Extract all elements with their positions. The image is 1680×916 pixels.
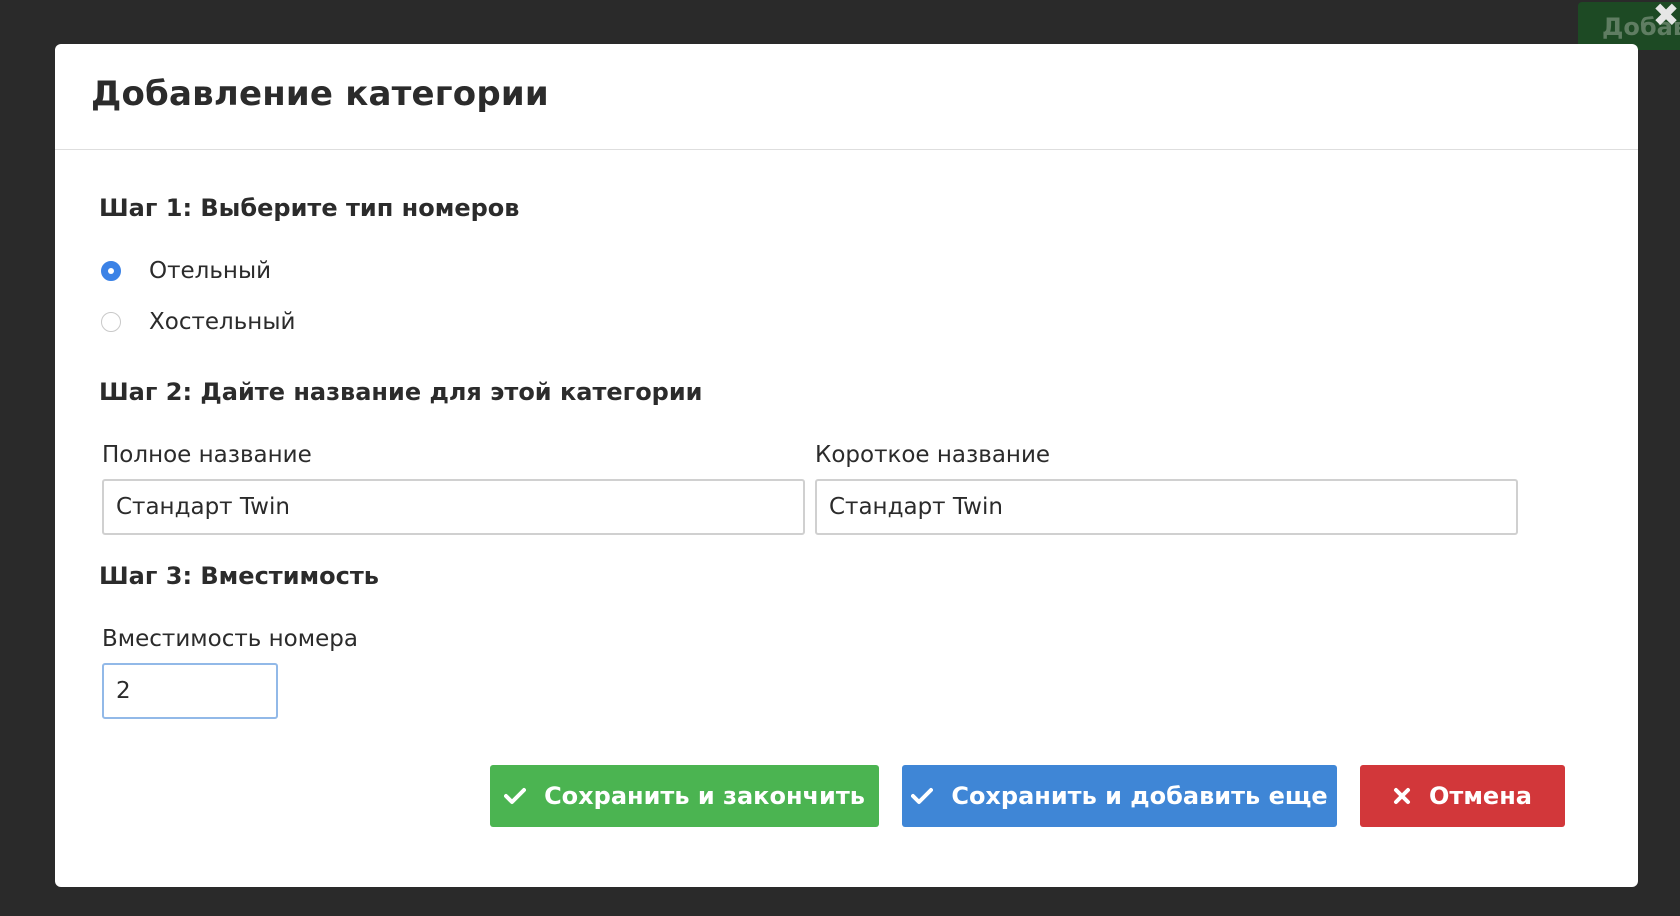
modal-header: Добавление категории bbox=[55, 44, 1638, 150]
radio-option-hostel[interactable]: Хостельный bbox=[101, 309, 295, 335]
add-category-modal: Добавление категории Шаг 1: Выберите тип… bbox=[55, 44, 1638, 887]
step1-title: Шаг 1: Выберите тип номеров bbox=[99, 194, 520, 222]
save-and-finish-label: Сохранить и закончить bbox=[544, 782, 865, 810]
checkmark-icon bbox=[911, 787, 934, 805]
full-name-label: Полное название bbox=[102, 442, 312, 468]
cross-icon bbox=[1393, 787, 1411, 805]
radio-option-label: Отельный bbox=[149, 258, 272, 284]
checkmark-icon bbox=[504, 787, 527, 805]
radio-unchecked-icon[interactable] bbox=[101, 312, 121, 332]
step3-title: Шаг 3: Вместимость bbox=[99, 562, 379, 590]
close-icon[interactable]: ✖ bbox=[1652, 0, 1680, 31]
save-and-add-more-button[interactable]: Сохранить и добавить еще bbox=[902, 765, 1337, 827]
step2-title: Шаг 2: Дайте название для этой категории bbox=[99, 378, 703, 406]
short-name-input[interactable] bbox=[815, 479, 1518, 535]
short-name-label: Короткое название bbox=[815, 442, 1051, 468]
cancel-button[interactable]: Отмена bbox=[1360, 765, 1565, 827]
save-and-finish-button[interactable]: Сохранить и закончить bbox=[490, 765, 879, 827]
cancel-label: Отмена bbox=[1429, 782, 1532, 810]
modal-title: Добавление категории bbox=[91, 74, 549, 114]
radio-option-label: Хостельный bbox=[149, 309, 296, 335]
full-name-input[interactable] bbox=[102, 479, 805, 535]
radio-checked-icon[interactable] bbox=[101, 261, 121, 281]
capacity-input[interactable] bbox=[102, 663, 278, 719]
radio-option-hotel[interactable]: Отельный bbox=[101, 258, 271, 284]
capacity-label: Вместимость номера bbox=[102, 626, 358, 652]
save-and-add-more-label: Сохранить и добавить еще bbox=[951, 782, 1328, 810]
